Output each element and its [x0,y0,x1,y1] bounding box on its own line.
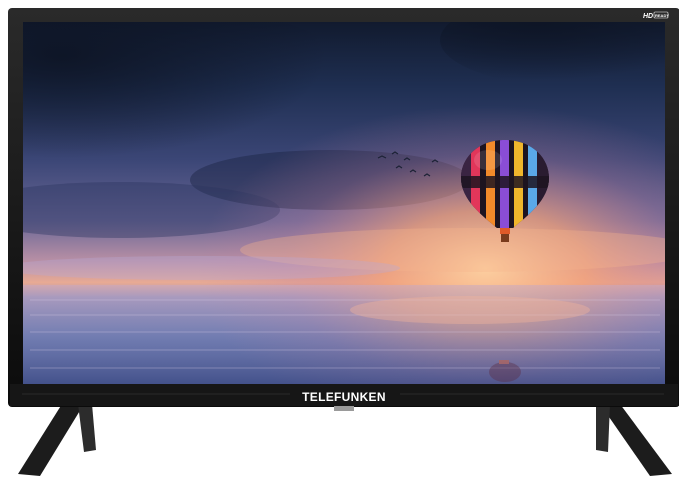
tv-product-image: HD READY TELEFUNKEN [8,8,679,476]
hd-badge-sub: READY [655,13,669,18]
ir-sensor [334,406,354,411]
hd-badge-label: HD [643,13,653,20]
tv-screen [23,22,665,384]
right-leg-back [596,404,610,452]
right-leg [600,404,672,476]
left-leg-back [78,404,96,452]
tv-stand [18,404,672,476]
left-leg [18,404,84,476]
brand-logo: TELEFUNKEN [302,390,386,404]
